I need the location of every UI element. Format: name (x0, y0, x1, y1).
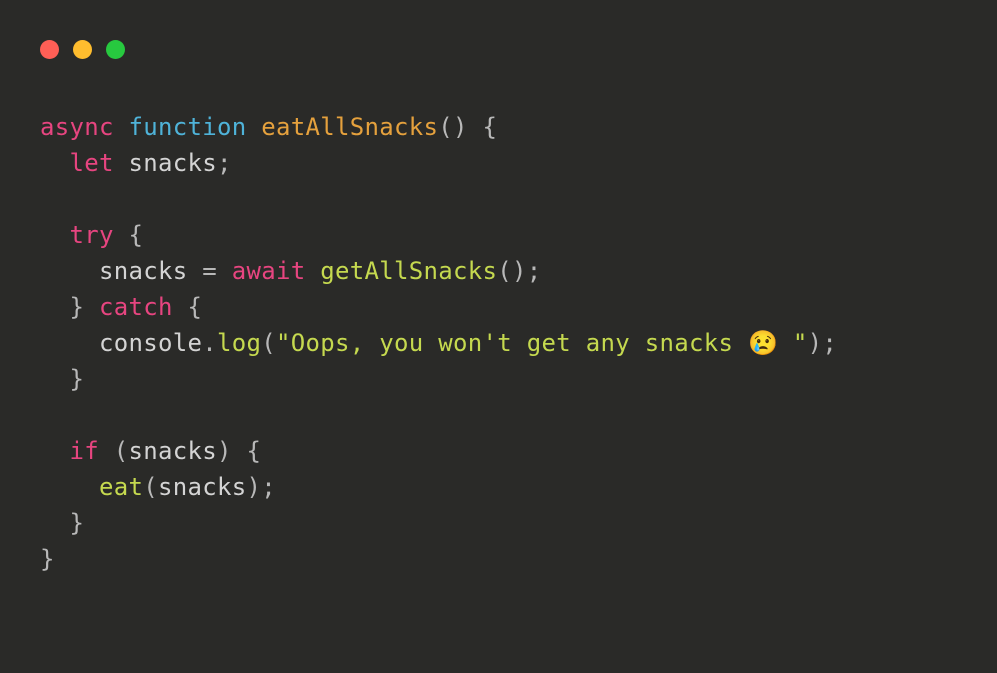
code-token: catch (99, 293, 173, 321)
code-token: { (247, 437, 262, 465)
code-line: if (snacks) { (40, 433, 997, 469)
code-token (114, 221, 129, 249)
code-token: try (70, 221, 114, 249)
code-token: getAllSnacks (320, 257, 497, 285)
code-token (188, 257, 203, 285)
code-token: ; (217, 149, 232, 177)
code-token (40, 509, 70, 537)
code-token: = (202, 257, 217, 285)
code-line: } (40, 505, 997, 541)
code-token: snacks (129, 149, 218, 177)
window-titlebar (0, 0, 997, 59)
code-token (468, 113, 483, 141)
code-line (40, 397, 997, 433)
code-token: ( (143, 473, 158, 501)
code-token: let (70, 149, 114, 177)
code-token: eat (99, 473, 143, 501)
code-token: ) (453, 113, 468, 141)
code-token: await (232, 257, 306, 285)
code-token: { (483, 113, 498, 141)
code-token: } (70, 365, 85, 393)
code-token (40, 329, 99, 357)
code-token: if (70, 437, 100, 465)
code-token: ; (261, 473, 276, 501)
code-token (247, 113, 262, 141)
code-token: ( (261, 329, 276, 357)
code-token (40, 221, 70, 249)
code-token (40, 437, 70, 465)
code-token: ) (247, 473, 262, 501)
code-line: console.log("Oops, you won't get any sna… (40, 325, 997, 361)
code-token: log (217, 329, 261, 357)
code-token (232, 437, 247, 465)
code-token: eatAllSnacks (261, 113, 438, 141)
code-token: ( (114, 437, 129, 465)
code-token: function (129, 113, 247, 141)
minimize-button[interactable] (73, 40, 92, 59)
code-token (114, 149, 129, 177)
code-line: let snacks; (40, 145, 997, 181)
code-token: ) (217, 437, 232, 465)
code-token (40, 473, 99, 501)
code-token: async (40, 113, 114, 141)
code-token (40, 293, 70, 321)
code-line: try { (40, 217, 997, 253)
code-token: snacks (99, 257, 188, 285)
code-line: } (40, 541, 997, 577)
code-token: console (99, 329, 202, 357)
code-token: ) (512, 257, 527, 285)
code-token: { (188, 293, 203, 321)
code-token: snacks (158, 473, 247, 501)
code-token: . (202, 329, 217, 357)
maximize-button[interactable] (106, 40, 125, 59)
code-editor-window: async function eatAllSnacks() { let snac… (0, 0, 997, 673)
code-token: ( (438, 113, 453, 141)
code-token: ; (527, 257, 542, 285)
code-token (217, 257, 232, 285)
code-token: "Oops, you won't get any snacks 😢 " (276, 329, 808, 357)
code-token: { (129, 221, 144, 249)
code-token (40, 149, 70, 177)
code-token: snacks (129, 437, 218, 465)
code-token (84, 293, 99, 321)
code-line (40, 181, 997, 217)
code-line: } catch { (40, 289, 997, 325)
code-token: ( (497, 257, 512, 285)
code-token (173, 293, 188, 321)
code-token: } (40, 545, 55, 573)
code-token: } (70, 293, 85, 321)
code-token: ; (822, 329, 837, 357)
code-token: ) (808, 329, 823, 357)
code-token (114, 113, 129, 141)
code-token: } (70, 509, 85, 537)
code-line: async function eatAllSnacks() { (40, 109, 997, 145)
code-line: } (40, 361, 997, 397)
code-token (306, 257, 321, 285)
close-button[interactable] (40, 40, 59, 59)
code-token (99, 437, 114, 465)
code-line: snacks = await getAllSnacks(); (40, 253, 997, 289)
code-editor-content[interactable]: async function eatAllSnacks() { let snac… (0, 59, 997, 577)
code-token (40, 365, 70, 393)
code-token (40, 257, 99, 285)
code-line: eat(snacks); (40, 469, 997, 505)
